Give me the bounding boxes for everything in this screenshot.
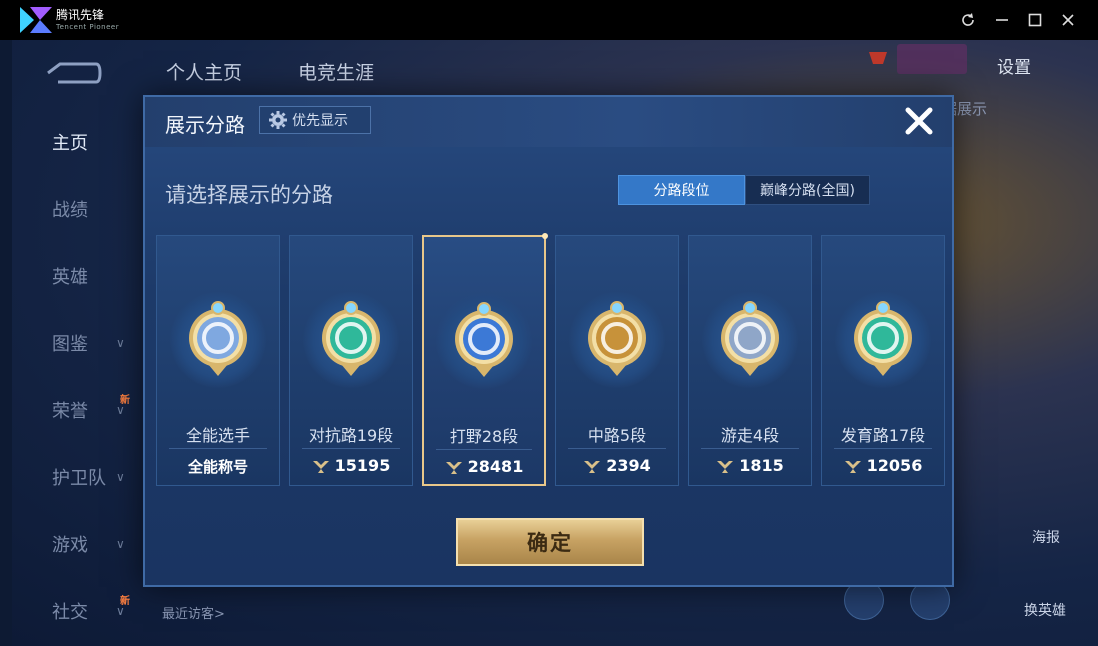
allround-emblem-icon xyxy=(189,301,247,376)
sidebar-item-label: 主页 xyxy=(52,133,88,154)
close-dialog-button[interactable] xyxy=(901,103,937,139)
selected-corner-indicator xyxy=(542,233,548,239)
farm-lane-emblem-icon xyxy=(854,301,912,376)
refresh-icon xyxy=(962,13,974,26)
lane-card[interactable]: 中路5段 2394 xyxy=(555,235,679,486)
vip-badge xyxy=(897,44,967,74)
tab-esports-career[interactable]: 电竞生涯 xyxy=(298,58,374,85)
lane-display-dialog: 展示分路 优先显示 请选择展示的分路 分路段位 巅峰分路(全国) 全能选手全能称… xyxy=(143,95,954,587)
lane-card-footer: 全能称号 xyxy=(157,456,279,477)
lane-rank-label: 全能选手 xyxy=(185,426,250,445)
app-logo-icon xyxy=(20,7,52,33)
confirm-button[interactable]: 确定 xyxy=(456,518,644,566)
sidebar-item-label: 英雄 xyxy=(52,267,88,288)
lane-score: 15195 xyxy=(334,456,391,475)
lane-rank-label: 发育路17段 xyxy=(840,426,926,445)
lane-rank-label: 游走4段 xyxy=(720,426,780,445)
title-bar: 腾讯先锋 Tencent Pioneer xyxy=(0,0,1098,40)
new-badge: 新 xyxy=(120,596,130,607)
clash-lane-emblem-icon xyxy=(322,301,380,376)
sidebar-item[interactable]: 社交 ∨ 新 xyxy=(12,586,152,636)
lane-score: 1815 xyxy=(739,456,784,475)
minimize-button[interactable] xyxy=(992,10,1012,30)
mid-lane-emblem-icon xyxy=(588,301,646,376)
card-divider xyxy=(701,448,799,449)
app-subtitle: Tencent Pioneer xyxy=(56,23,120,31)
roam-emblem-icon xyxy=(721,301,779,376)
tab-lane-rank[interactable]: 分路段位 xyxy=(618,175,745,205)
priority-display-label: 优先显示 xyxy=(292,113,348,129)
lane-score: 12056 xyxy=(866,456,923,475)
select-lane-prompt: 请选择展示的分路 xyxy=(165,183,333,207)
allround-title-label: 全能称号 xyxy=(187,458,248,476)
sidebar-item-label: 图鉴 xyxy=(52,334,88,355)
card-divider xyxy=(834,448,932,449)
sidebar-item-label: 战绩 xyxy=(52,200,88,221)
sidebar-item[interactable]: 英雄 xyxy=(12,251,152,301)
refresh-button[interactable] xyxy=(958,10,978,30)
dialog-header: 展示分路 优先显示 xyxy=(145,97,952,147)
lane-card-footer: 15195 xyxy=(290,456,412,475)
lane-card[interactable]: 全能选手 全能称号 xyxy=(156,235,280,486)
sidebar-item[interactable]: 游戏 ∨ xyxy=(12,519,152,569)
lane-card[interactable]: 游走4段 1815 xyxy=(688,235,812,486)
lane-score: 2394 xyxy=(606,456,651,475)
lane-card[interactable]: 发育路17段 12056 xyxy=(821,235,945,486)
maximize-button[interactable] xyxy=(1025,10,1045,30)
vip-icon xyxy=(869,52,887,64)
sidebar-item-label: 社交 xyxy=(52,602,88,623)
sidebar-item[interactable]: 战绩 xyxy=(12,184,152,234)
sidebar-item[interactable]: 主页 xyxy=(12,117,152,167)
sidebar-item[interactable]: 荣誉 ∨ 新 xyxy=(12,385,152,435)
app-name: 腾讯先锋 xyxy=(56,8,105,22)
jungle-emblem-icon xyxy=(455,302,513,377)
lane-rank-label: 打野28段 xyxy=(449,427,519,446)
lane-card[interactable]: 打野28段 28481 xyxy=(422,233,548,486)
gear-icon xyxy=(269,111,287,129)
dialog-title: 展示分路 xyxy=(165,113,245,137)
lane-card-footer: 1815 xyxy=(689,456,811,475)
lane-card-footer: 12056 xyxy=(822,456,944,475)
sidebar-item-label: 荣誉 xyxy=(52,401,88,422)
rank-points-icon xyxy=(844,460,861,473)
chevron-down-icon: ∨ xyxy=(116,470,125,484)
lane-card-footer: 2394 xyxy=(556,456,678,475)
settings-button[interactable]: 设置 xyxy=(997,53,1031,78)
tab-profile[interactable]: 个人主页 xyxy=(166,58,242,85)
maximize-icon xyxy=(1028,13,1042,27)
rank-points-icon xyxy=(312,460,329,473)
lane-rank-label: 中路5段 xyxy=(587,426,647,445)
sidebar-item-label: 护卫队 xyxy=(52,468,106,489)
card-divider xyxy=(169,448,267,449)
tab-peak-lane[interactable]: 巅峰分路(全国) xyxy=(745,175,870,205)
close-icon xyxy=(1062,14,1074,26)
lane-card-footer: 28481 xyxy=(424,457,544,476)
rank-points-icon xyxy=(584,460,601,473)
card-divider xyxy=(568,448,666,449)
switch-hero-button[interactable]: 换英雄 xyxy=(1024,600,1066,620)
card-divider xyxy=(436,449,532,450)
recent-visitors-link[interactable]: 最近访客> xyxy=(162,603,225,622)
chevron-down-icon: ∨ xyxy=(116,336,125,350)
minimize-icon xyxy=(996,19,1008,21)
rank-points-icon xyxy=(445,461,462,474)
sidebar-item[interactable]: 图鉴 ∨ xyxy=(12,318,152,368)
sidebar-item-label: 游戏 xyxy=(52,535,88,556)
card-divider xyxy=(302,448,400,449)
priority-display-button[interactable]: 优先显示 xyxy=(259,106,371,134)
lane-rank-label: 对抗路19段 xyxy=(308,426,394,445)
back-icon[interactable] xyxy=(46,60,102,86)
rank-points-icon xyxy=(717,460,734,473)
sidebar-item[interactable]: 护卫队 ∨ xyxy=(12,452,152,502)
close-icon xyxy=(905,107,933,135)
poster-button[interactable]: 海报 xyxy=(1032,527,1060,547)
new-badge: 新 xyxy=(120,395,130,406)
lane-card[interactable]: 对抗路19段 15195 xyxy=(289,235,413,486)
close-window-button[interactable] xyxy=(1058,10,1078,30)
chevron-down-icon: ∨ xyxy=(116,537,125,551)
lane-score: 28481 xyxy=(467,457,524,476)
